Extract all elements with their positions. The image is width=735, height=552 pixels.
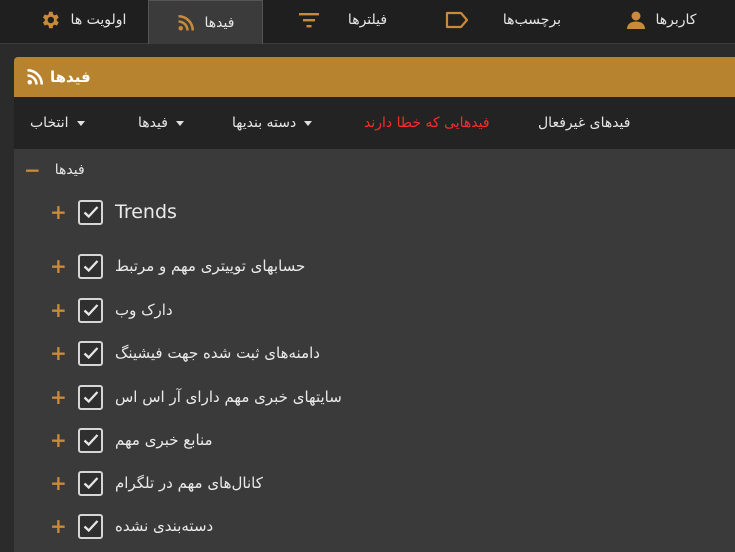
- tab-filters-label: فیلترها: [347, 12, 388, 28]
- tag-icon: [445, 11, 469, 29]
- checkbox[interactable]: [78, 297, 103, 323]
- inactive-feeds-button[interactable]: فیدهای غیرفعال: [538, 97, 630, 149]
- user-icon: [626, 10, 646, 30]
- tab-users[interactable]: کاربرها: [612, 0, 710, 40]
- tab-tags[interactable]: برچسب‌ها: [438, 0, 568, 40]
- tree-root: − فیدها: [24, 156, 85, 184]
- tree-row-label: کانال‌های مهم در تلگرام: [115, 474, 263, 492]
- tree-row: + حسابهای توییتری مهم و مرتبط: [50, 251, 305, 281]
- expand-icon[interactable]: +: [50, 516, 67, 536]
- error-feeds-button[interactable]: فیدهایی که خطا دارند: [364, 97, 490, 149]
- tree-row-label: حسابهای توییتری مهم و مرتبط: [115, 257, 306, 275]
- expand-icon[interactable]: +: [50, 202, 67, 222]
- caret-down-icon: [76, 120, 85, 126]
- tree-row: + سایتهای خبری مهم دارای آر اس اس: [50, 382, 342, 412]
- tree-row-label: دارک وب: [115, 301, 173, 319]
- tab-feeds[interactable]: فیدها: [148, 0, 263, 44]
- select-dropdown[interactable]: انتخاب: [30, 97, 85, 149]
- tab-users-label: کاربرها: [655, 12, 697, 28]
- caret-down-icon: [175, 120, 184, 126]
- checkbox[interactable]: [78, 199, 103, 225]
- tree-row: + منابع خبری مهم: [50, 425, 213, 455]
- tree-row-label: منابع خبری مهم: [115, 431, 213, 449]
- feeds-dropdown[interactable]: فیدها: [138, 97, 184, 149]
- expand-icon[interactable]: +: [50, 300, 67, 320]
- tree-row-label: دامنه‌های ثبت شده جهت فیشینگ: [115, 344, 320, 362]
- checkbox[interactable]: [78, 470, 103, 496]
- tab-priorities-label: اولویت ها: [70, 12, 127, 28]
- tree-row: + دامنه‌های ثبت شده جهت فیشینگ: [50, 338, 320, 368]
- expand-icon[interactable]: +: [50, 473, 67, 493]
- rss-icon: [26, 68, 44, 86]
- panel-header: فیدها: [14, 57, 735, 97]
- select-label: انتخاب: [30, 115, 69, 131]
- checkbox[interactable]: [78, 427, 103, 453]
- expand-icon[interactable]: +: [50, 430, 67, 450]
- caret-down-icon: [304, 120, 313, 126]
- feeds-toolbar: انتخاب فیدها دسته بندیها فیدهایی که خطا …: [14, 97, 735, 149]
- top-tab-bar: اولویت ها فیدها فیلترها برچسب‌ها کاربرها: [0, 0, 735, 44]
- tab-feeds-label: فیدها: [204, 14, 235, 31]
- rss-icon: [177, 14, 195, 32]
- tree-row-label: دسته‌بندی نشده: [115, 517, 214, 535]
- error-feeds-label: فیدهایی که خطا دارند: [364, 115, 490, 131]
- tab-tags-label: برچسب‌ها: [502, 12, 562, 28]
- checkbox[interactable]: [78, 384, 103, 410]
- tree-row: + Trends: [50, 197, 177, 227]
- panel-title: فیدها: [50, 68, 91, 86]
- gear-icon: [39, 9, 61, 31]
- tab-filters[interactable]: فیلترها: [285, 0, 400, 40]
- expand-icon[interactable]: +: [50, 256, 67, 276]
- filter-icon: [298, 11, 320, 29]
- inactive-feeds-label: فیدهای غیرفعال: [538, 115, 631, 131]
- feeds-dropdown-label: فیدها: [138, 115, 168, 131]
- tree-row-label: سایتهای خبری مهم دارای آر اس اس: [115, 388, 342, 406]
- collapse-icon[interactable]: −: [24, 160, 41, 180]
- expand-icon[interactable]: +: [50, 343, 67, 363]
- expand-icon[interactable]: +: [50, 387, 67, 407]
- tree-root-label: فیدها: [54, 162, 85, 178]
- tab-priorities[interactable]: اولویت ها: [20, 0, 145, 40]
- tree-row: + دارک وب: [50, 295, 173, 325]
- tree-row: + دسته‌بندی نشده: [50, 511, 213, 541]
- checkbox[interactable]: [78, 253, 103, 279]
- categories-dropdown[interactable]: دسته بندیها: [232, 97, 313, 149]
- checkbox[interactable]: [78, 513, 103, 539]
- checkbox[interactable]: [78, 340, 103, 366]
- tree-row: + کانال‌های مهم در تلگرام: [50, 468, 263, 498]
- tree-row-label: Trends: [115, 201, 177, 223]
- categories-dropdown-label: دسته بندیها: [232, 115, 297, 131]
